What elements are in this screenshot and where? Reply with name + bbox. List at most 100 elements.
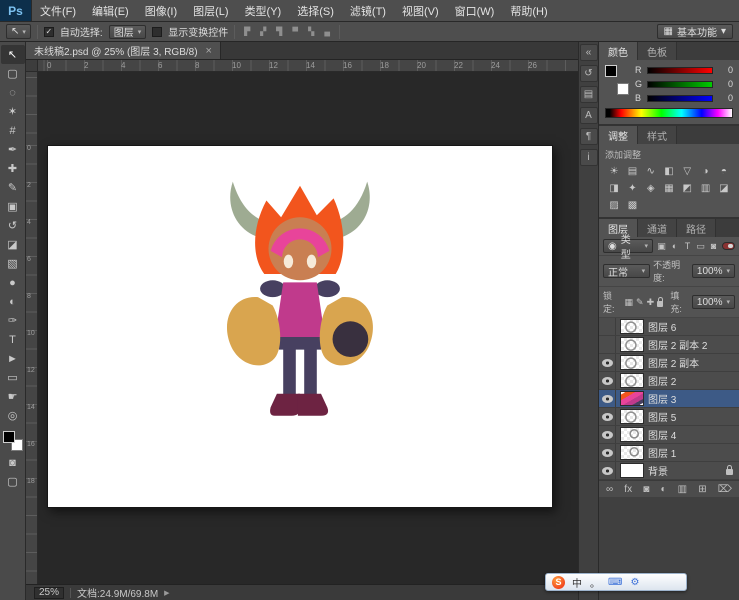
close-icon[interactable]: × bbox=[206, 45, 212, 57]
ime-lang-icon[interactable]: 中 bbox=[572, 575, 582, 590]
vibrance-icon[interactable]: ▽ bbox=[678, 164, 696, 178]
show-transform-checkbox[interactable] bbox=[152, 26, 163, 37]
menu-item[interactable]: 滤镜(T) bbox=[342, 0, 394, 21]
layer-thumbnail[interactable] bbox=[620, 409, 644, 424]
status-options-icon[interactable]: ▶ bbox=[164, 589, 169, 597]
menu-item[interactable]: 文件(F) bbox=[32, 0, 84, 21]
shape-tool[interactable]: ▭ bbox=[1, 368, 25, 387]
layer-row[interactable]: 图层 2 bbox=[599, 372, 739, 390]
sogou-logo-icon[interactable]: S bbox=[552, 575, 565, 589]
menu-item[interactable]: 类型(Y) bbox=[237, 0, 290, 21]
add-layer-mask-icon[interactable]: ◙ bbox=[643, 484, 649, 495]
panel-tab[interactable]: 路径 bbox=[677, 219, 716, 237]
history-brush-tool[interactable]: ↺ bbox=[1, 216, 25, 235]
channel-mixer-icon[interactable]: ◈ bbox=[642, 181, 660, 195]
fill-dropdown[interactable]: 100% ▾ bbox=[691, 295, 736, 309]
layer-row[interactable]: 图层 6 bbox=[599, 318, 739, 336]
lock-transparency-icon[interactable]: ▦ bbox=[625, 297, 634, 308]
invert-icon[interactable]: ◩ bbox=[678, 181, 696, 195]
zoom-tool[interactable]: ◎ bbox=[1, 406, 25, 425]
new-adjustment-layer-icon[interactable]: ◐ bbox=[660, 484, 666, 495]
ime-toolbox-icon[interactable]: ⚙ bbox=[630, 577, 639, 588]
align-left-edges-icon[interactable]: ▛ bbox=[241, 27, 253, 36]
visibility-toggle[interactable] bbox=[599, 318, 616, 335]
visibility-toggle[interactable] bbox=[599, 462, 616, 479]
filter-type-layers-icon[interactable]: T bbox=[682, 241, 693, 252]
visibility-toggle[interactable] bbox=[599, 372, 616, 389]
layer-filter-toggle[interactable] bbox=[722, 242, 735, 250]
layer-thumbnail[interactable] bbox=[620, 319, 644, 334]
foreground-color-swatch[interactable] bbox=[2, 431, 15, 443]
gradient-map-icon[interactable]: ▩ bbox=[623, 198, 641, 212]
color-lookup-icon[interactable]: ▦ bbox=[660, 181, 678, 195]
black-white-icon[interactable]: ◨ bbox=[605, 181, 623, 195]
layer-thumbnail[interactable] bbox=[620, 391, 644, 406]
menu-item[interactable]: 图层(L) bbox=[185, 0, 236, 21]
align-v-centers-icon[interactable]: ▚ bbox=[305, 27, 317, 36]
visibility-toggle[interactable] bbox=[599, 444, 616, 461]
brightness-contrast-icon[interactable]: ☀ bbox=[605, 164, 623, 178]
layer-thumbnail[interactable] bbox=[620, 445, 644, 460]
layer-row[interactable]: 图层 2 副本 bbox=[599, 354, 739, 372]
filter-pixel-layers-icon[interactable]: ▣ bbox=[656, 241, 667, 252]
eyedropper-tool[interactable]: ✒ bbox=[1, 140, 25, 159]
layer-filter-kind-dropdown[interactable]: ◉ 类型 ▾ bbox=[603, 235, 654, 261]
layer-row[interactable]: 图层 3 bbox=[599, 390, 739, 408]
layer-row[interactable]: 背景 bbox=[599, 462, 739, 480]
crop-tool[interactable]: # bbox=[1, 121, 25, 140]
layer-style-icon[interactable]: fx bbox=[624, 484, 632, 495]
history-panel-icon[interactable]: ↺ bbox=[579, 65, 598, 82]
panel-tab[interactable]: 通道 bbox=[638, 219, 677, 237]
quick-selection-tool[interactable]: ✶ bbox=[1, 102, 25, 121]
auto-select-checkbox[interactable]: ✓ bbox=[43, 26, 54, 37]
pen-tool[interactable]: ✑ bbox=[1, 311, 25, 330]
align-bottom-edges-icon[interactable]: ▄ bbox=[321, 27, 333, 36]
panel-color-swatches[interactable] bbox=[605, 65, 629, 95]
color-spectrum-ramp[interactable] bbox=[605, 108, 733, 118]
visibility-toggle[interactable] bbox=[599, 408, 616, 425]
link-layers-icon[interactable]: ∞ bbox=[606, 484, 613, 495]
marquee-tool[interactable]: ▢ bbox=[1, 64, 25, 83]
menu-item[interactable]: 视图(V) bbox=[394, 0, 447, 21]
channel-value[interactable]: 0 bbox=[717, 65, 733, 75]
dodge-tool[interactable]: ◐ bbox=[1, 292, 25, 311]
ime-punctuation-icon[interactable]: 。 bbox=[590, 575, 600, 590]
eraser-tool[interactable]: ◪ bbox=[1, 235, 25, 254]
tool-preset-dropdown[interactable]: ↖ ▾ bbox=[6, 24, 31, 39]
workspace-switcher[interactable]: ▦ 基本功能 ▾ bbox=[656, 24, 733, 39]
zoom-level-field[interactable]: 25% bbox=[34, 586, 65, 599]
type-tool[interactable]: T bbox=[1, 330, 25, 349]
clone-stamp-tool[interactable]: ▣ bbox=[1, 197, 25, 216]
exposure-icon[interactable]: ◧ bbox=[660, 164, 678, 178]
panel-tab[interactable]: 颜色 bbox=[599, 42, 638, 60]
layer-row[interactable]: 图层 1 bbox=[599, 444, 739, 462]
layer-thumbnail[interactable] bbox=[620, 427, 644, 442]
layer-row[interactable]: 图层 4 bbox=[599, 426, 739, 444]
menu-item[interactable]: 编辑(E) bbox=[84, 0, 137, 21]
layer-row[interactable]: 图层 5 bbox=[599, 408, 739, 426]
color-balance-icon[interactable]: ◓ bbox=[715, 164, 733, 178]
curves-icon[interactable]: ∿ bbox=[642, 164, 660, 178]
layer-thumbnail[interactable] bbox=[620, 373, 644, 388]
panel-tab[interactable]: 调整 bbox=[599, 126, 638, 144]
hue-saturation-icon[interactable]: ◑ bbox=[696, 164, 714, 178]
menu-item[interactable]: 帮助(H) bbox=[502, 0, 555, 21]
new-group-icon[interactable]: ▥ bbox=[678, 484, 687, 495]
panel-tab[interactable]: 样式 bbox=[638, 126, 677, 144]
info-panel-icon[interactable]: i bbox=[579, 149, 598, 166]
align-right-edges-icon[interactable]: ▜ bbox=[273, 27, 285, 36]
blend-mode-dropdown[interactable]: 正常 ▾ bbox=[603, 264, 651, 279]
ime-keyboard-icon[interactable]: ⌨ bbox=[608, 577, 622, 588]
filter-smart-objects-icon[interactable]: ◙ bbox=[708, 241, 719, 252]
channel-slider[interactable] bbox=[647, 66, 713, 74]
color-swatches[interactable] bbox=[2, 431, 23, 451]
screen-mode-icon[interactable]: ▢ bbox=[1, 472, 25, 491]
layer-thumbnail[interactable] bbox=[620, 463, 644, 478]
align-h-centers-icon[interactable]: ▞ bbox=[257, 27, 269, 36]
opacity-dropdown[interactable]: 100% ▾ bbox=[691, 264, 735, 278]
menu-item[interactable]: 窗口(W) bbox=[447, 0, 503, 21]
auto-select-target-dropdown[interactable]: 图层 ▾ bbox=[108, 24, 147, 39]
properties-panel-icon[interactable]: ▤ bbox=[579, 86, 598, 103]
lasso-tool[interactable]: ◌ bbox=[1, 83, 25, 102]
visibility-toggle[interactable] bbox=[599, 390, 616, 407]
